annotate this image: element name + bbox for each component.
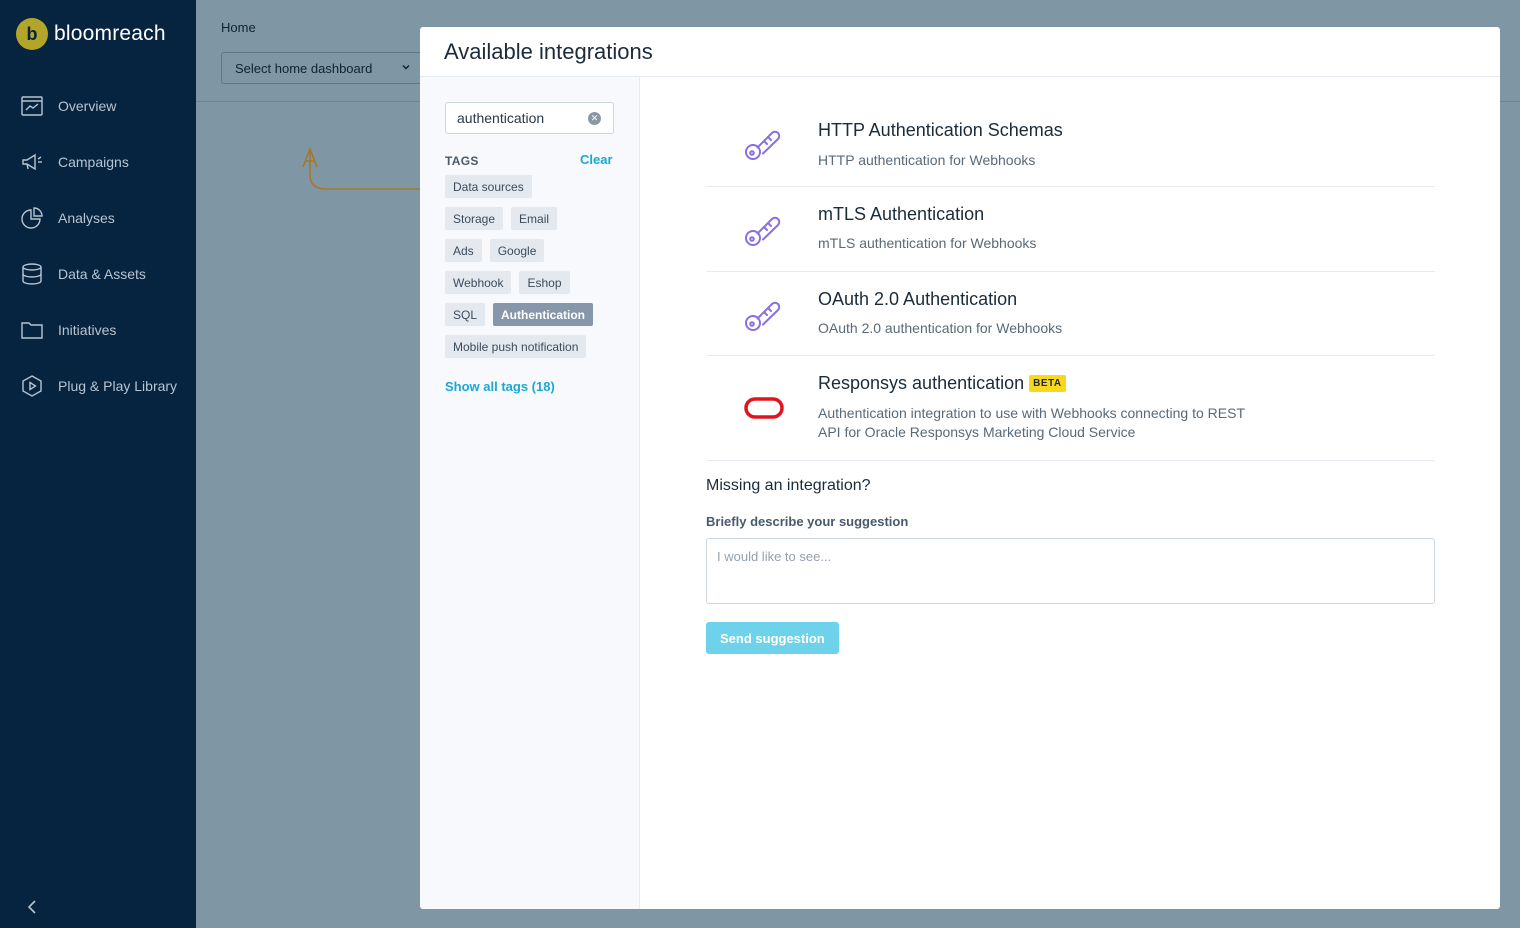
sidebar-item-plug-play[interactable]: Plug & Play Library — [0, 358, 196, 414]
tag-data-sources[interactable]: Data sources — [445, 175, 532, 198]
tag-google[interactable]: Google — [489, 239, 545, 262]
pie-chart-icon — [21, 207, 43, 229]
tag-mobile-push-notification[interactable]: Mobile push notification — [445, 335, 587, 358]
sidebar-item-initiatives[interactable]: Initiatives — [0, 302, 196, 358]
integration-item-mtls-auth[interactable]: mTLS Authentication mTLS authentication … — [706, 187, 1435, 272]
integration-name: mTLS Authentication — [818, 204, 985, 224]
key-icon — [745, 301, 781, 331]
folder-icon — [21, 322, 43, 339]
sidebar-item-data-assets[interactable]: Data & Assets — [0, 246, 196, 302]
integration-description: HTTP authentication for Webhooks — [818, 152, 1036, 168]
dashboard-select[interactable]: Select home dashboard — [221, 52, 421, 84]
sidebar-item-label: Initiatives — [58, 322, 117, 338]
send-suggestion-button[interactable]: Send suggestion — [706, 622, 839, 654]
sidebar-item-analyses[interactable]: Analyses — [0, 190, 196, 246]
sidebar-item-overview[interactable]: Overview — [0, 78, 196, 134]
brand-name: bloomreach — [54, 22, 166, 45]
integration-name: Responsys authentication BETA — [818, 373, 1066, 394]
available-integrations-modal: Available integrations ✕ TAGS Clear Data… — [420, 27, 1500, 909]
tags-heading: TAGS — [445, 154, 479, 168]
key-icon — [745, 216, 781, 246]
suggestion-input[interactable] — [706, 538, 1435, 604]
beta-badge: BETA — [1029, 375, 1066, 392]
tag-storage[interactable]: Storage — [445, 207, 504, 230]
sidebar-nav: Overview Campaigns Analyses Data & Asset… — [0, 78, 196, 414]
brand-logo[interactable]: b bloomreach — [16, 18, 166, 50]
megaphone-icon — [22, 153, 42, 171]
tag-list: Data sources Storage Email Ads Google We… — [445, 175, 620, 367]
database-icon — [22, 263, 42, 285]
filter-panel: ✕ TAGS Clear Data sources Storage Email … — [420, 77, 640, 909]
integration-item-oauth-auth[interactable]: OAuth 2.0 Authentication OAuth 2.0 authe… — [706, 272, 1435, 356]
play-hexagon-icon — [22, 375, 42, 397]
tag-eshop[interactable]: Eshop — [519, 271, 570, 294]
clear-search-icon[interactable]: ✕ — [588, 112, 601, 125]
dashboard-icon — [21, 96, 43, 116]
search-input[interactable] — [457, 110, 577, 126]
missing-integration-title: Missing an integration? — [706, 477, 871, 494]
suggestion-label: Briefly describe your suggestion — [706, 514, 909, 529]
modal-title: Available integrations — [444, 38, 653, 64]
missing-integration-section: Missing an integration? Briefly describe… — [706, 477, 1435, 654]
modal-header: Available integrations — [420, 27, 1500, 77]
integration-name: HTTP Authentication Schemas — [818, 120, 1063, 140]
tag-sql[interactable]: SQL — [445, 303, 486, 326]
search-box: ✕ — [445, 102, 614, 134]
integration-name: OAuth 2.0 Authentication — [818, 289, 1018, 309]
tag-email[interactable]: Email — [511, 207, 558, 230]
key-icon — [745, 130, 781, 160]
integration-description: Authentication integration to use with W… — [818, 405, 1245, 440]
tag-ads[interactable]: Ads — [445, 239, 482, 262]
hint-arrow-icon — [302, 146, 426, 190]
sidebar-item-campaigns[interactable]: Campaigns — [0, 134, 196, 190]
dashboard-select-value: Select home dashboard — [235, 60, 373, 76]
collapse-sidebar-icon[interactable] — [24, 898, 42, 916]
sidebar-item-label: Overview — [58, 98, 117, 114]
sidebar-item-label: Campaigns — [58, 154, 129, 170]
oracle-logo-icon — [744, 397, 784, 419]
sidebar-item-label: Plug & Play Library — [58, 378, 178, 394]
integration-item-responsys-auth[interactable]: Responsys authentication BETA Authenticat… — [706, 356, 1435, 461]
tag-authentication[interactable]: Authentication — [493, 303, 594, 326]
sidebar-item-label: Data & Assets — [58, 266, 146, 282]
integration-description: OAuth 2.0 authentication for Webhooks — [818, 320, 1063, 336]
tag-webhook[interactable]: Webhook — [445, 271, 512, 294]
sidebar-item-label: Analyses — [58, 210, 115, 226]
breadcrumb[interactable]: Home — [221, 20, 256, 35]
show-all-tags-link[interactable]: Show all tags (18) — [445, 379, 555, 394]
bloomreach-logo-icon: b — [16, 18, 48, 50]
integration-item-http-auth[interactable]: HTTP Authentication Schemas HTTP authent… — [706, 77, 1435, 187]
sidebar: b bloomreach Overview Campaigns Analyses… — [0, 0, 196, 928]
integration-list: HTTP Authentication Schemas HTTP authent… — [706, 77, 1435, 461]
clear-tags-button[interactable]: Clear — [580, 152, 613, 167]
chevron-down-icon — [402, 64, 410, 70]
integration-description: mTLS authentication for Webhooks — [818, 235, 1037, 251]
